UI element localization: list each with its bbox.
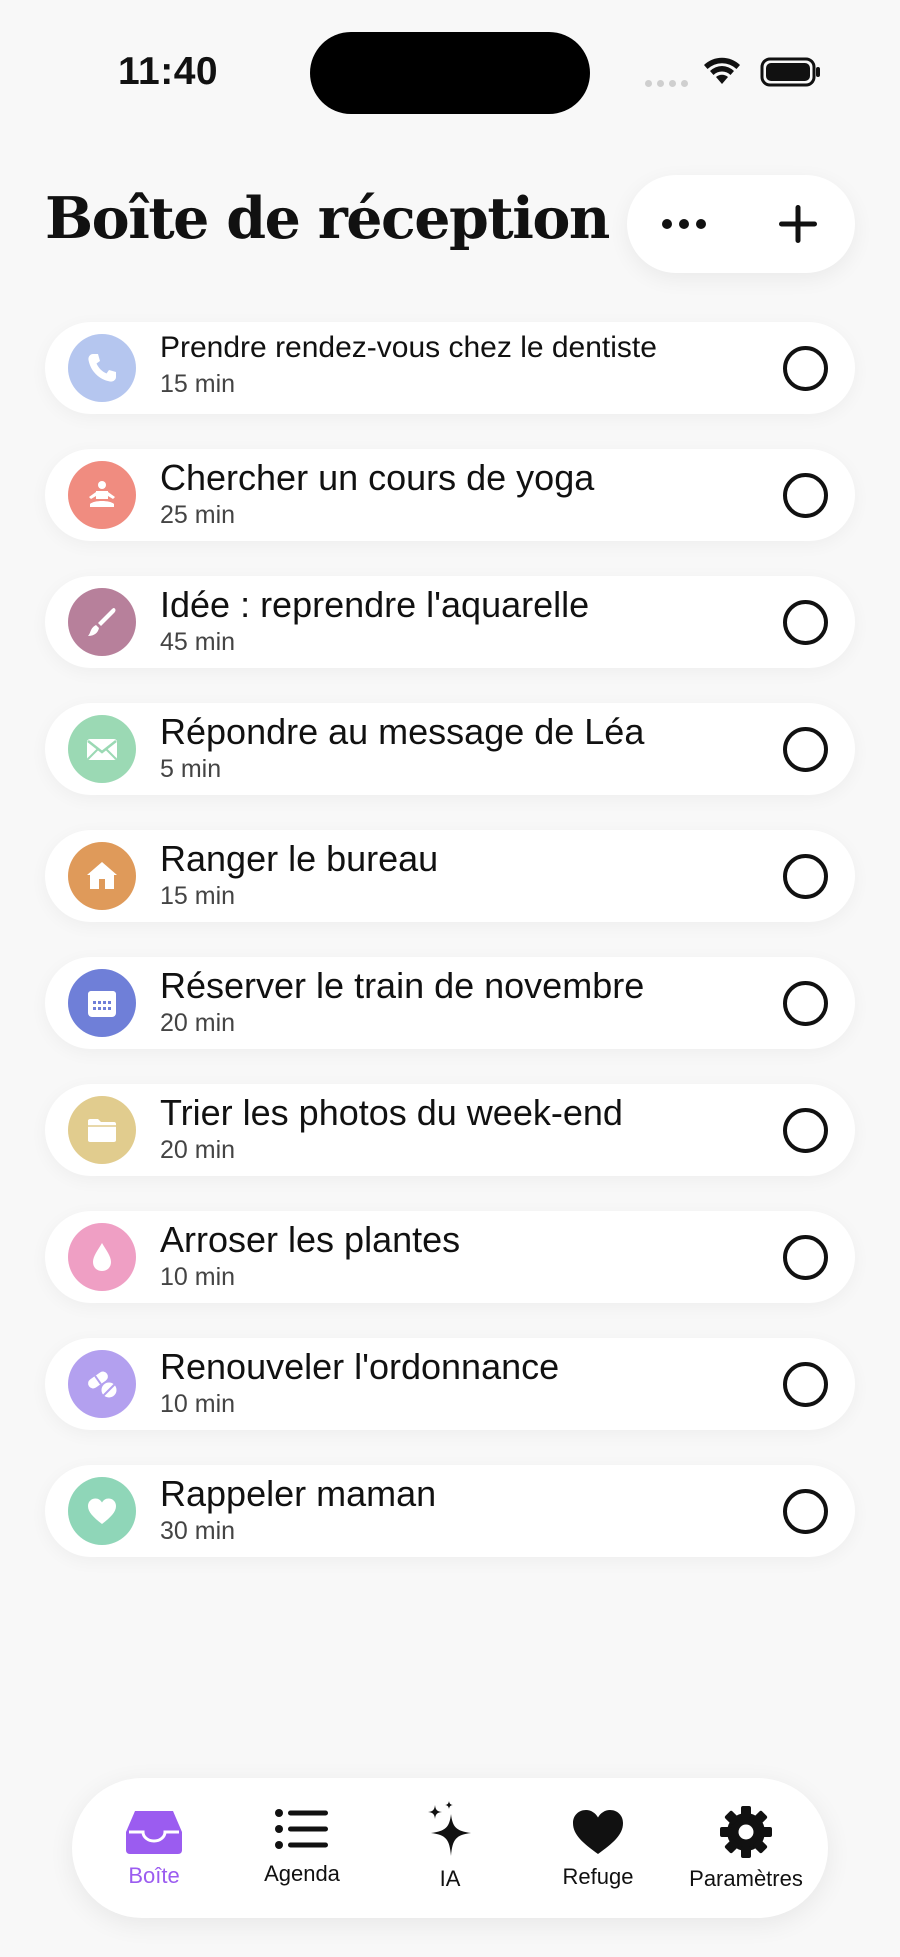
- paintbrush-icon: [88, 608, 116, 636]
- task-duration: 5 min: [160, 755, 222, 783]
- task-icon: [68, 334, 136, 402]
- task-complete-checkbox[interactable]: [783, 854, 828, 899]
- task-row[interactable]: Trier les photos du week-end 20 min: [45, 1084, 855, 1176]
- dynamic-island: [310, 32, 590, 114]
- page-title: Boîte de réception: [45, 185, 610, 252]
- task-icon: [68, 715, 136, 783]
- task-complete-checkbox[interactable]: [783, 727, 828, 772]
- task-row[interactable]: Prendre rendez-vous chez le dentiste 15 …: [45, 322, 855, 414]
- task-list: Prendre rendez-vous chez le dentiste 15 …: [45, 322, 855, 1592]
- heart-icon: [88, 1498, 116, 1524]
- ellipsis-icon: [662, 219, 706, 229]
- task-row[interactable]: Réserver le train de novembre 20 min: [45, 957, 855, 1049]
- task-title: Ranger le bureau: [160, 838, 439, 879]
- task-duration: 20 min: [160, 1136, 236, 1164]
- task-row[interactable]: Répondre au message de Léa 5 min: [45, 703, 855, 795]
- tab-boite[interactable]: Boîte: [84, 1778, 224, 1918]
- tab-bar: Boîte Agenda IA Refuge Paramètres: [72, 1778, 828, 1918]
- plus-icon: [779, 205, 817, 243]
- task-row[interactable]: Arroser les plantes 10 min: [45, 1211, 855, 1303]
- battery-icon: [760, 57, 820, 87]
- task-duration: 25 min: [160, 501, 236, 529]
- task-duration: 45 min: [160, 628, 236, 656]
- task-title: Idée : reprendre l'aquarelle: [160, 584, 590, 625]
- gear-icon: [720, 1806, 772, 1858]
- envelope-icon: [87, 739, 117, 760]
- pills-icon: [88, 1371, 117, 1398]
- tab-label: IA: [439, 1866, 461, 1891]
- task-icon: [68, 1223, 136, 1291]
- wifi-icon: [704, 57, 740, 84]
- header-actions: [627, 175, 855, 273]
- task-icon: [68, 461, 136, 529]
- task-title: Chercher un cours de yoga: [160, 457, 595, 498]
- task-row[interactable]: Renouveler l'ordonnance 10 min: [45, 1338, 855, 1430]
- more-button[interactable]: [644, 184, 724, 264]
- task-complete-checkbox[interactable]: [783, 1108, 828, 1153]
- calendar-icon: [88, 991, 116, 1017]
- cellular-signal-icon: [645, 80, 688, 87]
- phone-icon: [88, 354, 116, 382]
- task-icon: [68, 588, 136, 656]
- task-title: Réserver le train de novembre: [160, 965, 645, 1006]
- heart-icon: [573, 1810, 623, 1854]
- task-title: Trier les photos du week-end: [160, 1092, 623, 1133]
- task-title: Répondre au message de Léa: [160, 711, 645, 752]
- list-icon: [275, 1809, 328, 1849]
- tab-ia[interactable]: IA: [380, 1778, 520, 1918]
- folder-icon: [88, 1119, 116, 1142]
- tab-agenda[interactable]: Agenda: [232, 1778, 372, 1918]
- task-duration: 15 min: [160, 882, 236, 910]
- tab-label: Paramètres: [689, 1866, 803, 1891]
- task-duration: 30 min: [160, 1517, 236, 1545]
- task-title: Rappeler maman: [160, 1473, 437, 1514]
- meditation-icon: [89, 481, 115, 507]
- status-bar: 11:40: [0, 0, 900, 140]
- drop-icon: [93, 1243, 111, 1271]
- tab-refuge[interactable]: Refuge: [528, 1778, 668, 1918]
- task-row[interactable]: Chercher un cours de yoga 25 min: [45, 449, 855, 541]
- tab-parametres[interactable]: Paramètres: [676, 1778, 816, 1918]
- task-title: Renouveler l'ordonnance: [160, 1346, 560, 1387]
- task-duration: 10 min: [160, 1263, 236, 1291]
- task-title: Arroser les plantes: [160, 1219, 461, 1260]
- task-complete-checkbox[interactable]: [783, 600, 828, 645]
- task-complete-checkbox[interactable]: [783, 981, 828, 1026]
- tab-label: Boîte: [128, 1863, 180, 1888]
- tab-label: Agenda: [264, 1861, 340, 1886]
- inbox-tray-icon: [126, 1811, 182, 1854]
- task-complete-checkbox[interactable]: [783, 1489, 828, 1534]
- task-complete-checkbox[interactable]: [783, 1235, 828, 1280]
- task-duration: 20 min: [160, 1009, 236, 1037]
- task-icon: [68, 1477, 136, 1545]
- task-complete-checkbox[interactable]: [783, 1362, 828, 1407]
- task-row[interactable]: Idée : reprendre l'aquarelle 45 min: [45, 576, 855, 668]
- tab-label: Refuge: [562, 1864, 634, 1889]
- status-time: 11:40: [118, 50, 219, 93]
- task-row[interactable]: Ranger le bureau 15 min: [45, 830, 855, 922]
- task-icon: [68, 969, 136, 1037]
- task-icon: [68, 1350, 136, 1418]
- house-icon: [87, 862, 117, 889]
- task-complete-checkbox[interactable]: [783, 346, 828, 391]
- sparkles-icon: [428, 1801, 471, 1856]
- add-task-button[interactable]: [758, 184, 838, 264]
- task-complete-checkbox[interactable]: [783, 473, 828, 518]
- task-duration: 15 min: [160, 370, 236, 398]
- task-icon: [68, 842, 136, 910]
- task-title: Prendre rendez-vous chez le dentiste: [160, 331, 657, 364]
- task-icon: [68, 1096, 136, 1164]
- task-duration: 10 min: [160, 1390, 236, 1418]
- task-row[interactable]: Rappeler maman 30 min: [45, 1465, 855, 1557]
